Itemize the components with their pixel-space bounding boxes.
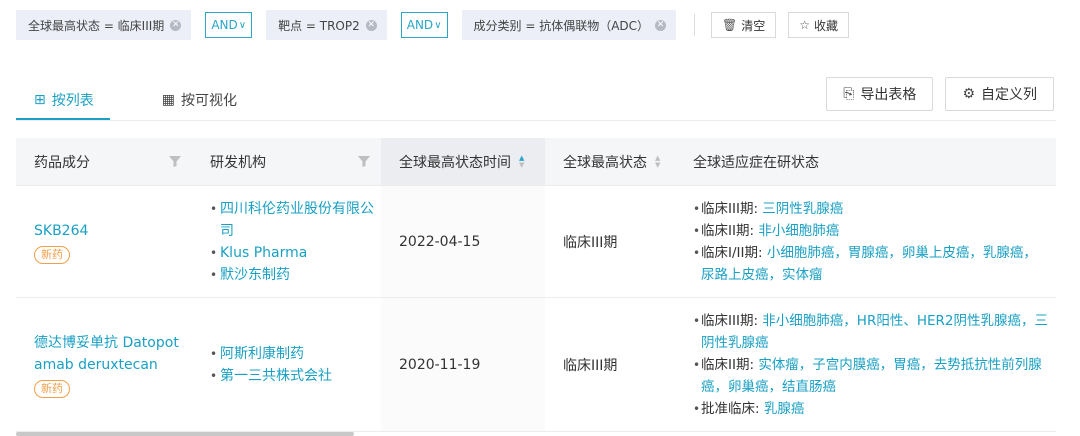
date-cell: 2022-04-15 bbox=[381, 186, 545, 297]
trash-icon: 🗑 bbox=[722, 18, 738, 32]
column-header-indications: 全球适应症在研状态 bbox=[675, 138, 1056, 185]
drug-table: 药品成分 研发机构 全球最高状态时间 ▲ ▼ 全球最高状态 ▲ ▼ 全球适应症在研状… bbox=[16, 138, 1056, 432]
column-header-status[interactable]: 全球最高状态 ▲ ▼ bbox=[545, 138, 675, 185]
column-header-label: 全球最高状态时间 bbox=[399, 154, 511, 171]
org-link[interactable]: 阿斯利康制药 bbox=[210, 343, 378, 365]
status-cell: 临床III期 bbox=[563, 357, 618, 374]
org-link[interactable]: 默沙东制药 bbox=[210, 264, 378, 286]
filter-icon[interactable] bbox=[357, 154, 371, 168]
column-header-label: 全球最高状态 bbox=[563, 154, 647, 171]
filter-chip-target[interactable]: 靶点 = TROP2 ✕ bbox=[266, 10, 387, 40]
org-link[interactable]: Klus Pharma bbox=[210, 242, 378, 264]
indication-links[interactable]: 非小细胞肺癌 bbox=[758, 223, 839, 239]
table-row: SKB264 新药 四川科伦药业股份有限公司 Klus Pharma 默沙东制药… bbox=[16, 186, 1056, 298]
indication-item: 临床II期: 实体瘤，子宫内膜癌，胃癌，去势抵抗性前列腺癌，卵巢癌，结直肠癌 bbox=[693, 354, 1048, 398]
export-label: 导出表格 bbox=[860, 87, 917, 103]
table-icon: ⊞ bbox=[34, 92, 46, 108]
indication-item: 临床II期: 非小细胞肺癌 bbox=[693, 220, 839, 242]
view-tabs: ⊞ 按列表 ▦ 按可视化 bbox=[16, 80, 287, 120]
filter-icon[interactable] bbox=[168, 154, 182, 168]
chevron-down-icon: ∨ bbox=[434, 19, 442, 31]
sort-icon[interactable]: ▲ ▼ bbox=[519, 154, 524, 169]
clear-button[interactable]: 🗑 清空 bbox=[711, 12, 777, 38]
column-header-label: 研发机构 bbox=[210, 154, 266, 171]
horizontal-scrollbar[interactable] bbox=[16, 432, 354, 436]
drug-link[interactable]: SKB264 bbox=[34, 220, 179, 242]
tab-visualization[interactable]: ▦ 按可视化 bbox=[144, 80, 253, 120]
tab-label: 按列表 bbox=[51, 93, 94, 109]
chevron-down-icon: ∨ bbox=[238, 19, 247, 31]
column-header-label: 药品成分 bbox=[34, 154, 90, 171]
org-cell: 阿斯利康制药 第一三共株式会社 bbox=[192, 298, 381, 431]
favorite-label: 收藏 bbox=[814, 18, 839, 33]
column-header-org[interactable]: 研发机构 bbox=[192, 138, 381, 185]
remove-icon[interactable]: ✕ bbox=[170, 19, 182, 31]
indication-item: 批准临床: 乳腺癌 bbox=[693, 398, 804, 420]
column-header-drug[interactable]: 药品成分 bbox=[16, 138, 192, 185]
favorite-button[interactable]: ☆ 收藏 bbox=[788, 12, 850, 38]
indications-cell: 临床III期: 三阴性乳腺癌 临床II期: 非小细胞肺癌 临床I/II期: 小细… bbox=[675, 186, 1056, 297]
star-icon: ☆ bbox=[799, 18, 811, 32]
table-header: 药品成分 研发机构 全球最高状态时间 ▲ ▼ 全球最高状态 ▲ ▼ 全球适应症在研状… bbox=[16, 138, 1056, 186]
filter-chip-category[interactable]: 成分类别 = 抗体偶联物（ADC） ✕ bbox=[461, 10, 677, 40]
filter-bar: 全球最高状态 = 临床III期 ✕ AND ∨ 靶点 = TROP2 ✕ AND ∨… bbox=[16, 10, 861, 40]
operator-label: AND bbox=[211, 18, 238, 32]
remove-icon[interactable]: ✕ bbox=[655, 19, 667, 31]
org-link[interactable]: 第一三共株式会社 bbox=[210, 365, 378, 387]
custom-columns-label: 自定义列 bbox=[981, 87, 1037, 103]
indication-item: 临床III期: 三阴性乳腺癌 bbox=[693, 198, 843, 220]
indication-phase: 临床II期: bbox=[701, 222, 759, 239]
custom-columns-button[interactable]: ⚙ 自定义列 bbox=[945, 77, 1054, 111]
table-row: 德达博妥单抗 Datopotamab deruxtecan 新药 阿斯利康制药 … bbox=[16, 298, 1056, 432]
indication-phase: 临床III期: bbox=[701, 312, 763, 329]
operator-dropdown[interactable]: AND ∨ bbox=[205, 12, 253, 38]
grid-icon: ▦ bbox=[161, 92, 175, 108]
remove-icon[interactable]: ✕ bbox=[365, 19, 377, 31]
column-header-label: 全球适应症在研状态 bbox=[693, 154, 819, 171]
indications-cell: 临床III期: 非小细胞肺癌，HR阳性、HER2阴性乳腺癌，三阴性乳腺癌 临床I… bbox=[675, 298, 1056, 431]
org-cell: 四川科伦药业股份有限公司 Klus Pharma 默沙东制药 bbox=[192, 186, 381, 297]
drug-link[interactable]: 德达博妥单抗 Datopotamab deruxtecan bbox=[34, 332, 179, 376]
indication-links[interactable]: 乳腺癌 bbox=[764, 401, 805, 417]
filter-chip-label: 靶点 = TROP2 bbox=[278, 18, 360, 33]
indication-phase: 临床II期: bbox=[701, 356, 759, 373]
indication-phase: 临床I/II期: bbox=[701, 244, 767, 261]
divider bbox=[694, 14, 696, 36]
org-link[interactable]: 四川科伦药业股份有限公司 bbox=[210, 198, 378, 242]
tab-divider bbox=[16, 120, 1056, 121]
indication-links[interactable]: 三阴性乳腺癌 bbox=[762, 201, 843, 217]
new-drug-badge: 新药 bbox=[34, 245, 70, 264]
date-cell: 2020-11-19 bbox=[381, 298, 545, 431]
indication-phase: 临床III期: bbox=[701, 200, 763, 217]
tab-label: 按可视化 bbox=[180, 93, 237, 109]
filter-chip-label: 全球最高状态 = 临床III期 bbox=[28, 18, 165, 33]
filter-chip-status[interactable]: 全球最高状态 = 临床III期 ✕ bbox=[16, 10, 192, 40]
operator-dropdown[interactable]: AND ∨ bbox=[400, 12, 448, 38]
gear-icon: ⚙ bbox=[962, 86, 975, 102]
export-icon: ⎘ bbox=[843, 86, 855, 102]
table-actions: ⎘ 导出表格 ⚙ 自定义列 bbox=[814, 77, 1054, 111]
new-drug-badge: 新药 bbox=[34, 379, 70, 398]
export-table-button[interactable]: ⎘ 导出表格 bbox=[826, 77, 934, 111]
drug-cell: 德达博妥单抗 Datopotamab deruxtecan 新药 bbox=[16, 298, 192, 431]
status-cell: 临床III期 bbox=[563, 234, 618, 251]
drug-cell: SKB264 新药 bbox=[16, 186, 192, 297]
operator-label: AND bbox=[406, 18, 434, 32]
indication-phase: 批准临床: bbox=[701, 400, 764, 417]
tab-list[interactable]: ⊞ 按列表 bbox=[16, 80, 110, 120]
column-header-date[interactable]: 全球最高状态时间 ▲ ▼ bbox=[381, 138, 545, 185]
filter-chip-label: 成分类别 = 抗体偶联物（ADC） bbox=[473, 18, 650, 33]
sort-icon[interactable]: ▲ ▼ bbox=[655, 154, 660, 169]
indication-item: 临床I/II期: 小细胞肺癌，胃腺癌，卵巢上皮癌，乳腺癌，尿路上皮癌，实体瘤 bbox=[693, 242, 1048, 286]
indication-item: 临床III期: 非小细胞肺癌，HR阳性、HER2阴性乳腺癌，三阴性乳腺癌 bbox=[693, 310, 1048, 354]
clear-label: 清空 bbox=[741, 18, 766, 33]
